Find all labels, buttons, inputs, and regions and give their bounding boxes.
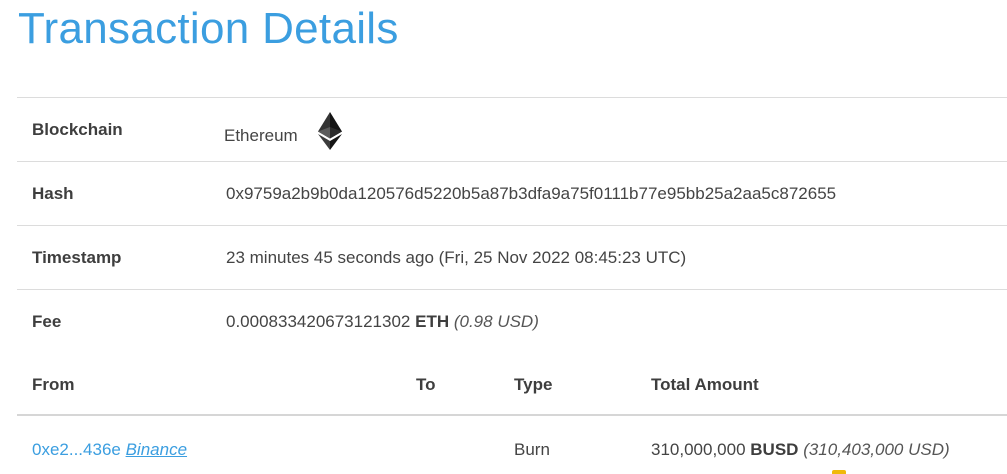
busd-icon [832, 470, 846, 474]
blockchain-label: Blockchain [32, 120, 123, 139]
amount-symbol: BUSD [750, 440, 799, 459]
fee-row: Fee 0.000833420673121302 ETH (0.98 USD) [17, 289, 1007, 353]
blockchain-value-wrap: Ethereum [224, 112, 343, 155]
total-amount-header: Total Amount [651, 375, 759, 394]
page-title: Transaction Details [18, 4, 399, 53]
hash-label: Hash [32, 184, 74, 203]
amount-cell: 310,000,000 BUSD (310,403,000 USD) [651, 440, 950, 460]
amount-value: 310,000,000 [651, 440, 746, 459]
timestamp-row: Timestamp 23 minutes 45 seconds ago (Fri… [17, 225, 1007, 289]
from-entity-link[interactable]: Binance [126, 440, 187, 459]
blockchain-value: Ethereum [224, 125, 298, 145]
details-table: Blockchain Ethereum Hash 0x9759a2b9b0da1… [17, 97, 1007, 353]
fee-unit: ETH [415, 312, 450, 331]
fee-value: 0.000833420673121302 ETH (0.98 USD) [226, 312, 539, 332]
fee-amount: 0.000833420673121302 [226, 312, 411, 331]
hash-link[interactable]: 0x9759a2b9b0da120576d5220b5a87b3dfa9a75f… [226, 184, 836, 204]
transaction-details-page: Transaction Details Blockchain Ethereum [0, 0, 1007, 474]
amount-usd: (310,403,000 USD) [803, 440, 950, 459]
from-header: From [32, 375, 75, 394]
to-header: To [416, 375, 436, 394]
timestamp-label: Timestamp [32, 248, 122, 267]
blockchain-row: Blockchain Ethereum [17, 97, 1007, 161]
from-cell: 0xe2...436e Binance [32, 440, 187, 460]
fee-usd: (0.98 USD) [453, 312, 539, 331]
type-cell: Burn [514, 440, 550, 459]
type-header: Type [514, 375, 553, 394]
from-address-link[interactable]: 0xe2...436e [32, 440, 121, 459]
timestamp-value: 23 minutes 45 seconds ago (Fri, 25 Nov 2… [226, 248, 687, 267]
hash-row: Hash 0x9759a2b9b0da120576d5220b5a87b3dfa… [17, 161, 1007, 225]
fee-label: Fee [32, 312, 62, 331]
table-row: 0xe2...436e Binance Burn 310,000,000 BUS… [17, 416, 1007, 474]
transfers-table-header: From To Type Total Amount [17, 353, 1007, 416]
ethereum-icon [318, 112, 343, 155]
